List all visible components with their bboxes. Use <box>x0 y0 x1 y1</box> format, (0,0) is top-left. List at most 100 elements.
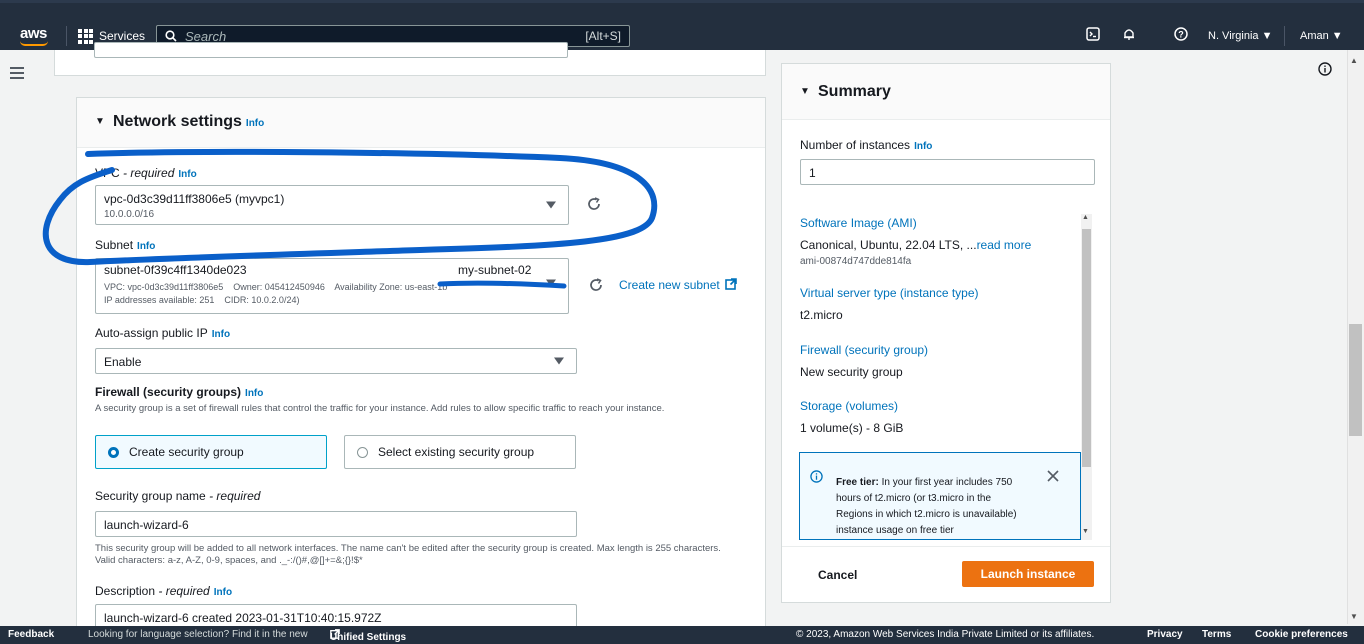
ami-read-more-link[interactable]: read more <box>977 238 1032 252</box>
firewall-description: A security group is a set of firewall ru… <box>95 403 665 414</box>
cancel-button[interactable]: Cancel <box>818 568 857 582</box>
sg-name-hint: This security group will be added to all… <box>95 543 721 566</box>
vpc-info-link[interactable]: Info <box>178 169 196 180</box>
services-label: Services <box>99 29 146 43</box>
vpc-required: - required <box>119 166 175 180</box>
create-security-group-label: Create security group <box>129 445 244 459</box>
public-ip-select[interactable]: Enable <box>95 348 577 374</box>
help-icon[interactable]: ? <box>1172 27 1190 44</box>
svg-text:?: ? <box>1178 30 1184 40</box>
description-info-link[interactable]: Info <box>214 587 232 598</box>
subnet-info-link[interactable]: Info <box>137 241 155 252</box>
summary-panel: ▼ Summary Number of instances Info 1 Soft… <box>781 63 1111 603</box>
description-label: Description <box>95 584 156 598</box>
language-prompt: Looking for language selection? Find it … <box>88 629 308 640</box>
previous-section-panel <box>54 42 766 76</box>
chevron-down-icon <box>554 357 564 365</box>
launch-instance-button[interactable]: Launch instance <box>962 561 1094 587</box>
vpc-value: vpc-0d3c39d11ff3806e5 (myvpc1) <box>104 192 285 206</box>
vpc-cidr: 10.0.0.0/16 <box>104 209 155 220</box>
summary-title: Summary <box>818 83 891 100</box>
feedback-link[interactable]: Feedback <box>8 629 54 640</box>
summary-scrollbar-thumb[interactable] <box>1082 229 1091 467</box>
info-panel-icon[interactable] <box>1318 62 1332 79</box>
instance-type-link[interactable]: Virtual server type (instance type) <box>800 286 979 300</box>
cloudshell-icon[interactable] <box>1084 27 1102 44</box>
firewall-info-link[interactable]: Info <box>245 388 263 399</box>
public-ip-info-link[interactable]: Info <box>212 329 230 340</box>
aws-logo-smile-icon <box>20 41 48 46</box>
top-strip <box>0 0 1364 3</box>
ami-value: Canonical, Ubuntu, 22.04 LTS, ... <box>800 238 977 252</box>
copyright-text: © 2023, Amazon Web Services India Privat… <box>796 629 1095 640</box>
sg-name-required: - required <box>205 489 261 503</box>
sg-name-value: launch-wizard-6 <box>104 518 189 532</box>
collapse-caret-icon: ▼ <box>800 86 810 97</box>
select-existing-security-group-option[interactable]: Select existing security group <box>344 435 576 469</box>
network-settings-panel: ▼ Network settings Info VPC - required Inf… <box>76 97 766 629</box>
chevron-down-icon <box>546 201 556 209</box>
instances-label: Number of instances <box>800 138 911 152</box>
create-security-group-option[interactable]: Create security group <box>95 435 327 469</box>
page-scrollbar-thumb[interactable] <box>1349 324 1362 436</box>
instance-type-value: t2.micro <box>800 308 843 322</box>
nav-divider <box>66 26 67 46</box>
refresh-vpc-icon[interactable] <box>587 197 601 214</box>
instances-count-input[interactable]: 1 <box>800 159 1095 185</box>
summary-scroll-down-arrow[interactable]: ▼ <box>1082 528 1089 535</box>
subnet-id: subnet-0f39c4ff1340de023 <box>104 263 247 277</box>
unified-settings-link[interactable]: Unified Settings <box>330 629 406 643</box>
free-tier-bold: Free tier: <box>836 477 879 488</box>
info-icon <box>810 470 823 486</box>
firewall-summary-value: New security group <box>800 365 903 379</box>
create-new-subnet-link[interactable]: Create new subnet <box>619 278 737 292</box>
menu-icon[interactable] <box>10 66 24 84</box>
account-menu[interactable]: Aman ▼ <box>1300 30 1343 42</box>
radio-unselected-icon <box>357 446 368 458</box>
search-icon <box>165 30 177 42</box>
sg-name-input[interactable]: launch-wizard-6 <box>95 511 577 537</box>
vpc-label: VPC <box>95 166 120 180</box>
storage-value: 1 volume(s) - 8 GiB <box>800 421 904 435</box>
summary-scroll-up-arrow[interactable]: ▲ <box>1082 214 1089 221</box>
cookie-preferences-link[interactable]: Cookie preferences <box>1255 629 1348 640</box>
description-value: launch-wizard-6 created 2023-01-31T10:40… <box>104 611 382 625</box>
subnet-select[interactable]: subnet-0f39c4ff1340de023 my-subnet-02 VP… <box>95 258 569 314</box>
public-ip-label: Auto-assign public IP <box>95 326 208 340</box>
network-settings-title: Network settings <box>113 113 242 130</box>
description-input[interactable]: launch-wizard-6 created 2023-01-31T10:40… <box>95 604 577 628</box>
create-new-subnet-label: Create new subnet <box>619 278 720 292</box>
ami-link[interactable]: Software Image (AMI) <box>800 216 917 230</box>
select-existing-security-group-label: Select existing security group <box>378 445 535 459</box>
network-settings-header[interactable]: ▼ Network settings Info <box>77 98 765 148</box>
scroll-up-arrow[interactable]: ▲ <box>1350 56 1358 65</box>
subnet-label: Subnet <box>95 238 134 252</box>
public-ip-value: Enable <box>104 355 142 369</box>
aws-logo[interactable]: aws <box>20 25 47 42</box>
summary-divider <box>782 546 1110 547</box>
network-settings-info-link[interactable]: Info <box>246 118 264 129</box>
summary-header[interactable]: ▼ Summary <box>782 64 1110 120</box>
free-tier-alert: Free tier: In your first year includes 7… <box>799 452 1081 540</box>
region-selector[interactable]: N. Virginia ▼ <box>1208 30 1273 42</box>
unified-settings-label: Unified Settings <box>330 632 407 643</box>
terms-link[interactable]: Terms <box>1202 629 1231 640</box>
bell-icon[interactable] <box>1120 27 1138 44</box>
radio-selected-icon <box>108 446 119 458</box>
scroll-down-arrow[interactable]: ▼ <box>1350 612 1358 621</box>
refresh-subnet-icon[interactable] <box>589 278 603 295</box>
storage-link[interactable]: Storage (volumes) <box>800 399 898 413</box>
external-link-icon <box>725 278 737 290</box>
firewall-summary-link[interactable]: Firewall (security group) <box>800 343 928 357</box>
vpc-select[interactable]: vpc-0d3c39d11ff3806e5 (myvpc1) 10.0.0.0/… <box>95 185 569 225</box>
description-required: - required <box>155 584 210 598</box>
sg-name-label: Security group name <box>95 489 206 503</box>
previous-field[interactable] <box>94 42 568 58</box>
firewall-label: Firewall (security groups) <box>95 385 242 399</box>
instances-info-link[interactable]: Info <box>914 141 932 152</box>
close-icon[interactable] <box>1047 470 1059 485</box>
browser-top-strip <box>0 0 1364 22</box>
nav-divider <box>1284 26 1285 46</box>
privacy-link[interactable]: Privacy <box>1147 629 1183 640</box>
grid-icon <box>78 28 93 44</box>
